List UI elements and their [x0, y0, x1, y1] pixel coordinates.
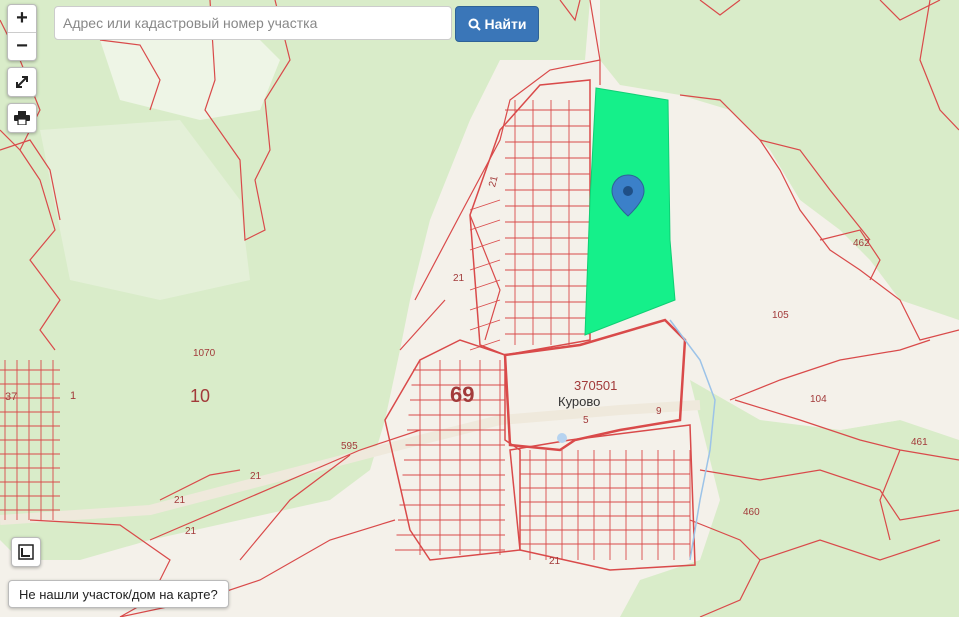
parcel-21-label: 21: [549, 556, 561, 567]
zoom-control: + −: [7, 4, 37, 61]
parcel-462-label: 462: [853, 238, 870, 249]
parcel-5-label: 5: [583, 415, 589, 426]
parcel-21-label: 21: [453, 273, 465, 284]
parcel-105-label: 105: [772, 310, 789, 321]
parcel-9-label: 9: [656, 406, 662, 417]
parcel-461-label: 461: [911, 437, 928, 448]
parcel-21-label: 21: [250, 471, 262, 482]
district-10-label: 10: [190, 386, 210, 406]
zoom-in-button[interactable]: +: [8, 5, 36, 32]
zoom-out-button[interactable]: −: [8, 32, 36, 60]
parcel-104-label: 104: [810, 394, 827, 405]
search-icon: [468, 18, 481, 31]
village-label: Курово: [558, 394, 600, 409]
parcel-595-label: 595: [341, 441, 358, 452]
fullscreen-button[interactable]: [7, 67, 37, 97]
parcel-1070-label: 1070: [193, 348, 216, 359]
map-layers-icon: [18, 544, 34, 560]
not-found-button[interactable]: Не нашли участок/дом на карте?: [8, 580, 229, 608]
search-input[interactable]: [54, 6, 452, 40]
cadastral-map[interactable]: Курово 370501 69 10 1070 37 1 595 21 21 …: [0, 0, 959, 617]
pond: [557, 433, 567, 443]
print-button[interactable]: [7, 103, 37, 133]
parcel-21-label: 21: [174, 495, 186, 506]
parcel-21-label: 21: [185, 526, 197, 537]
print-icon: [14, 111, 30, 125]
quarter-label: 370501: [574, 378, 617, 393]
search-button-label: Найти: [484, 16, 527, 32]
parcel-460-label: 460: [743, 507, 760, 518]
district-69-label: 69: [450, 382, 474, 407]
expand-icon: [16, 76, 28, 88]
parcel-1-label: 1: [70, 390, 76, 402]
search-button[interactable]: Найти: [455, 6, 539, 42]
layers-button[interactable]: [11, 537, 41, 567]
parcel-37-label: 37: [5, 391, 17, 403]
